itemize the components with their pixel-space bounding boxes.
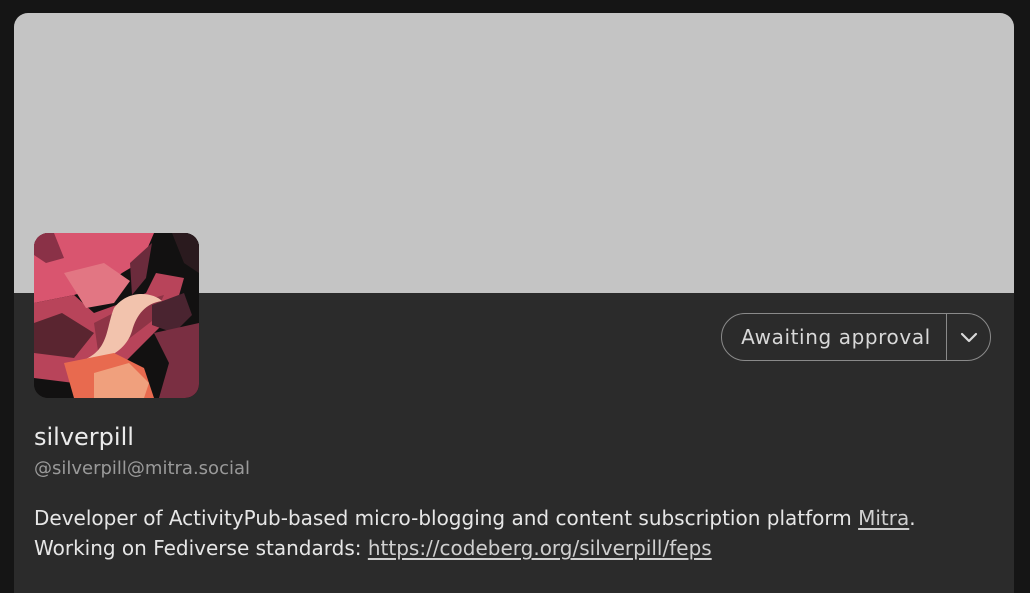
bio-line-1: Developer of ActivityPub-based micro-blo… — [34, 503, 994, 533]
bio-text: Developer of ActivityPub-based micro-blo… — [34, 506, 859, 530]
profile-card: Awaiting approval silverpill @silverpill… — [14, 13, 1014, 593]
feps-link[interactable]: https://codeberg.org/silverpill/feps — [368, 536, 712, 560]
display-name: silverpill — [34, 423, 134, 451]
follow-options-button[interactable] — [947, 314, 990, 360]
bio-line-2: Working on Fediverse standards: https://… — [34, 533, 994, 563]
follow-status-button[interactable]: Awaiting approval — [722, 314, 947, 360]
follow-control: Awaiting approval — [721, 313, 991, 361]
mitra-link[interactable]: Mitra — [858, 506, 909, 530]
profile-bio: Developer of ActivityPub-based micro-blo… — [34, 503, 994, 563]
avatar-image — [34, 233, 199, 398]
avatar[interactable] — [34, 233, 199, 398]
bio-text: . — [909, 506, 916, 530]
chevron-down-icon — [960, 332, 977, 343]
bio-text: Working on Fediverse standards: — [34, 536, 368, 560]
account-handle: @silverpill@mitra.social — [34, 458, 250, 479]
